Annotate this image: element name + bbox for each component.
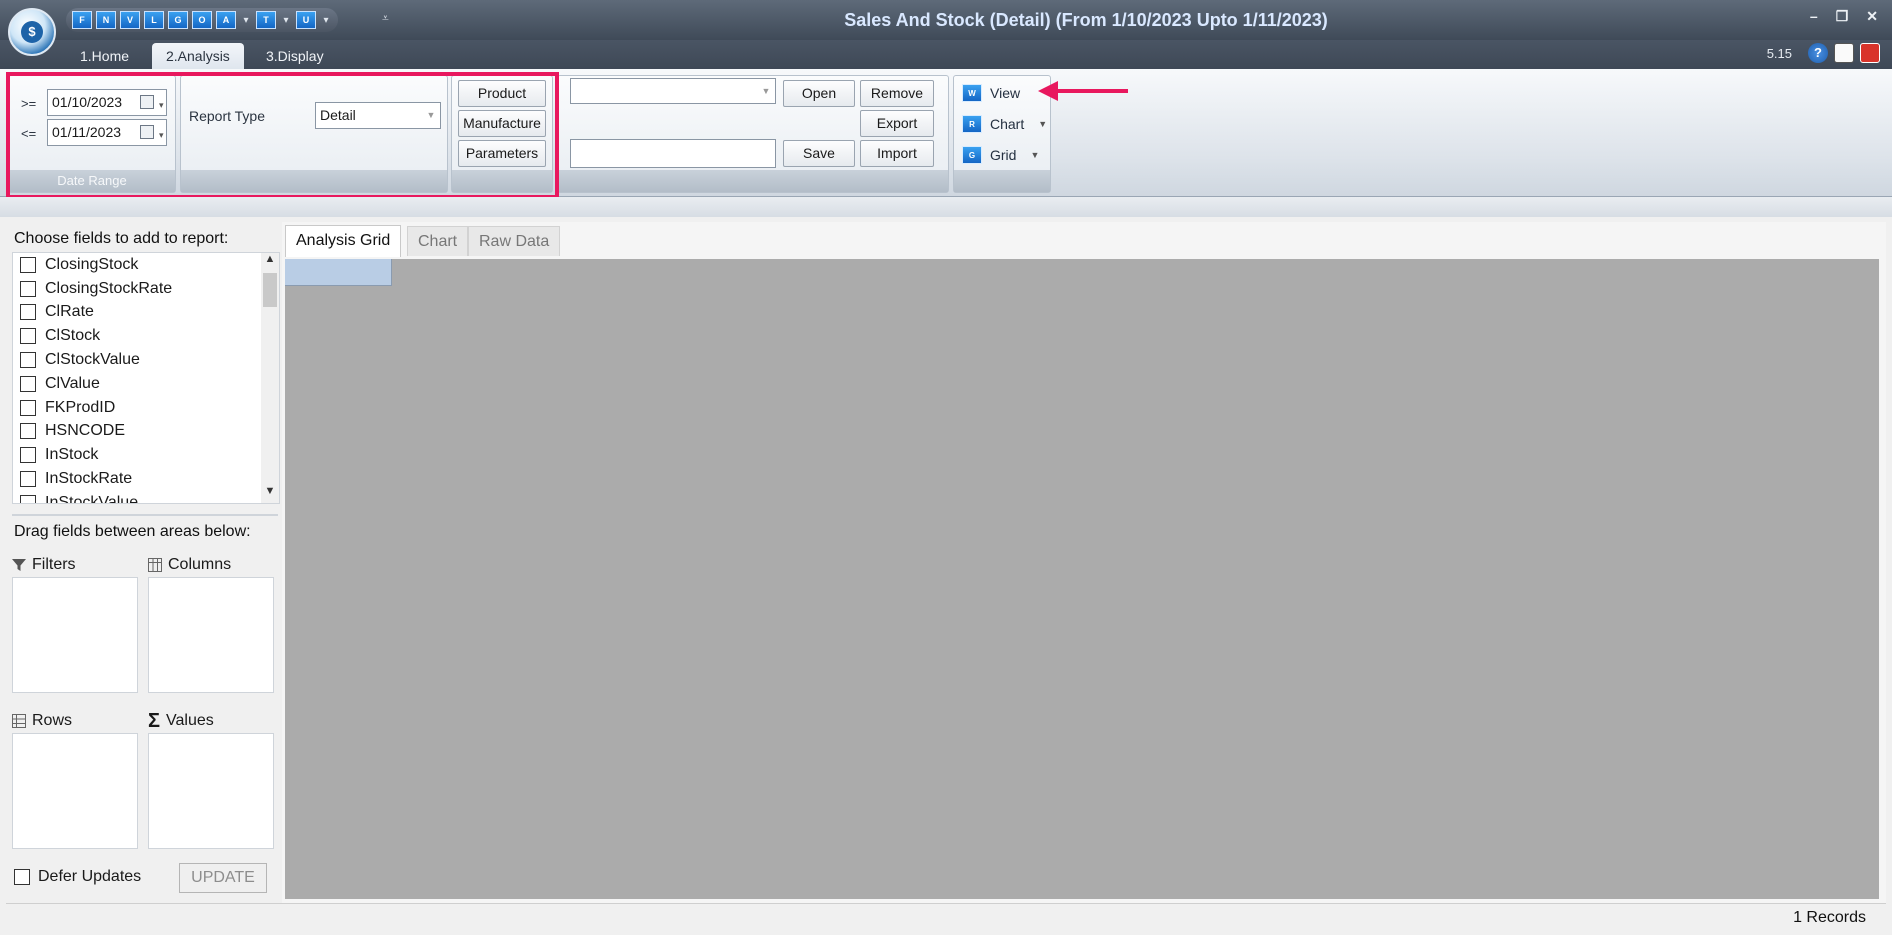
checkbox[interactable] <box>20 494 36 503</box>
checkbox[interactable] <box>20 423 36 440</box>
list-item[interactable]: ClStockValue <box>13 348 279 372</box>
list-item[interactable]: ClStock <box>13 324 279 348</box>
view-icon: W <box>962 84 982 102</box>
rows-drop-area[interactable] <box>12 733 138 849</box>
tab-display[interactable]: 3.Display <box>252 43 338 69</box>
divider <box>12 514 278 516</box>
pointer-arrow-icon <box>1038 81 1128 101</box>
view-button[interactable]: W View <box>962 80 1020 106</box>
list-item[interactable]: ClosingStockRate <box>13 277 279 301</box>
layout-select[interactable]: ▼ <box>570 78 776 104</box>
window-title: Sales And Stock (Detail) (From 1/10/2023… <box>844 10 1328 30</box>
application-window: F N V L G O A ▾ T ▾ U ▾ ⩡ Sales And Stoc… <box>0 0 1892 935</box>
checkbox[interactable] <box>20 352 36 369</box>
open-button[interactable]: Open <box>783 80 855 107</box>
minimize-icon[interactable]: – <box>1810 8 1818 25</box>
highlight-box <box>6 72 559 199</box>
field-list-scrollbar[interactable]: ▲ ▼ <box>261 253 279 503</box>
list-item[interactable]: ClValue <box>13 372 279 396</box>
title-bar: F N V L G O A ▾ T ▾ U ▾ ⩡ Sales And Stoc… <box>0 0 1892 40</box>
view-group-footer <box>954 170 1050 192</box>
filters-area-header: Filters <box>12 556 76 574</box>
list-item[interactable]: ClosingStock <box>13 253 279 277</box>
pivot-field-panel: Choose fields to add to report: ClosingS… <box>6 220 280 905</box>
field-list[interactable]: ClosingStock ClosingStockRate ClRate ClS… <box>12 252 280 504</box>
status-bar: 1 Records <box>6 903 1886 931</box>
columns-icon <box>148 558 162 572</box>
checkbox[interactable] <box>20 375 36 392</box>
layout-group-footer <box>558 170 948 192</box>
defer-updates-checkbox[interactable]: Defer Updates <box>14 868 141 886</box>
remove-button[interactable]: Remove <box>860 80 934 107</box>
checkbox[interactable] <box>20 280 36 297</box>
export-button[interactable]: Export <box>860 110 934 137</box>
columns-drop-area[interactable] <box>148 577 274 693</box>
tab-home[interactable]: 1.Home <box>66 43 143 69</box>
ribbon-separator <box>0 197 1892 217</box>
list-item[interactable]: InStock <box>13 443 279 467</box>
grid-cell[interactable] <box>285 259 392 286</box>
records-count: 1 Records <box>1793 909 1866 926</box>
checkbox[interactable] <box>20 256 36 273</box>
layout-group: ▼ Open Remove Export Save Import <box>557 75 949 193</box>
layout-name-input[interactable] <box>570 139 776 168</box>
scroll-thumb[interactable] <box>263 273 277 307</box>
rows-icon <box>12 714 26 728</box>
chevron-down-icon[interactable]: ▼ <box>757 79 775 104</box>
chart-icon: R <box>962 115 982 133</box>
analysis-grid[interactable] <box>285 259 1879 899</box>
list-item[interactable]: FKProdID <box>13 396 279 420</box>
list-item[interactable]: HSNCODE <box>13 420 279 444</box>
maximize-icon[interactable]: ❐ <box>1836 8 1849 25</box>
checkbox[interactable] <box>20 328 36 345</box>
values-area-header: Σ Values <box>148 710 214 732</box>
chevron-down-icon[interactable]: ▼ <box>1030 150 1039 160</box>
drag-areas-title: Drag fields between areas below: <box>14 523 251 540</box>
list-item[interactable]: ClRate <box>13 301 279 325</box>
checkbox[interactable] <box>14 869 30 885</box>
tab-analysis[interactable]: 2.Analysis <box>152 43 244 69</box>
grid-button[interactable]: G Grid ▼ <box>962 142 1039 168</box>
sigma-icon: Σ <box>148 710 161 732</box>
checkbox[interactable] <box>20 304 36 321</box>
view-group: W View R Chart ▼ G Grid ▼ <box>953 75 1051 193</box>
close-icon[interactable]: ✕ <box>1866 8 1878 25</box>
update-button[interactable]: UPDATE <box>179 863 267 893</box>
list-item[interactable]: InStockValue <box>13 491 279 503</box>
scroll-up-icon[interactable]: ▲ <box>261 253 279 271</box>
filter-icon <box>12 559 26 571</box>
tab-raw-data[interactable]: Raw Data <box>468 226 561 256</box>
content-panel: Analysis Grid Chart Raw Data <box>282 222 1886 905</box>
version-label: 5.15 <box>1766 46 1792 61</box>
app-logo[interactable]: $ <box>8 8 56 56</box>
checkbox[interactable] <box>20 399 36 416</box>
filters-drop-area[interactable] <box>12 577 138 693</box>
field-list-title: Choose fields to add to report: <box>14 230 229 247</box>
help-icon[interactable]: ? <box>1808 43 1828 63</box>
exit-icon[interactable] <box>1860 43 1880 63</box>
chevron-down-icon[interactable]: ▼ <box>1038 119 1047 129</box>
window-controls: – ❐ ✕ <box>1810 8 1878 25</box>
chart-button[interactable]: R Chart ▼ <box>962 111 1047 137</box>
rows-area-header: Rows <box>12 712 72 730</box>
document-icon[interactable] <box>1834 43 1854 63</box>
save-button[interactable]: Save <box>783 140 855 167</box>
values-drop-area[interactable] <box>148 733 274 849</box>
scroll-down-icon[interactable]: ▼ <box>261 485 279 503</box>
checkbox[interactable] <box>20 447 36 464</box>
import-button[interactable]: Import <box>860 140 934 167</box>
dollar-logo-icon: $ <box>21 21 43 43</box>
grid-icon: G <box>962 146 982 164</box>
tab-analysis-grid[interactable]: Analysis Grid <box>285 225 402 257</box>
ribbon-tab-row: 1.Home 2.Analysis 3.Display <box>0 40 1892 69</box>
list-item[interactable]: InStockRate <box>13 467 279 491</box>
checkbox[interactable] <box>20 471 36 488</box>
columns-area-header: Columns <box>148 556 231 574</box>
tab-chart[interactable]: Chart <box>407 226 469 256</box>
